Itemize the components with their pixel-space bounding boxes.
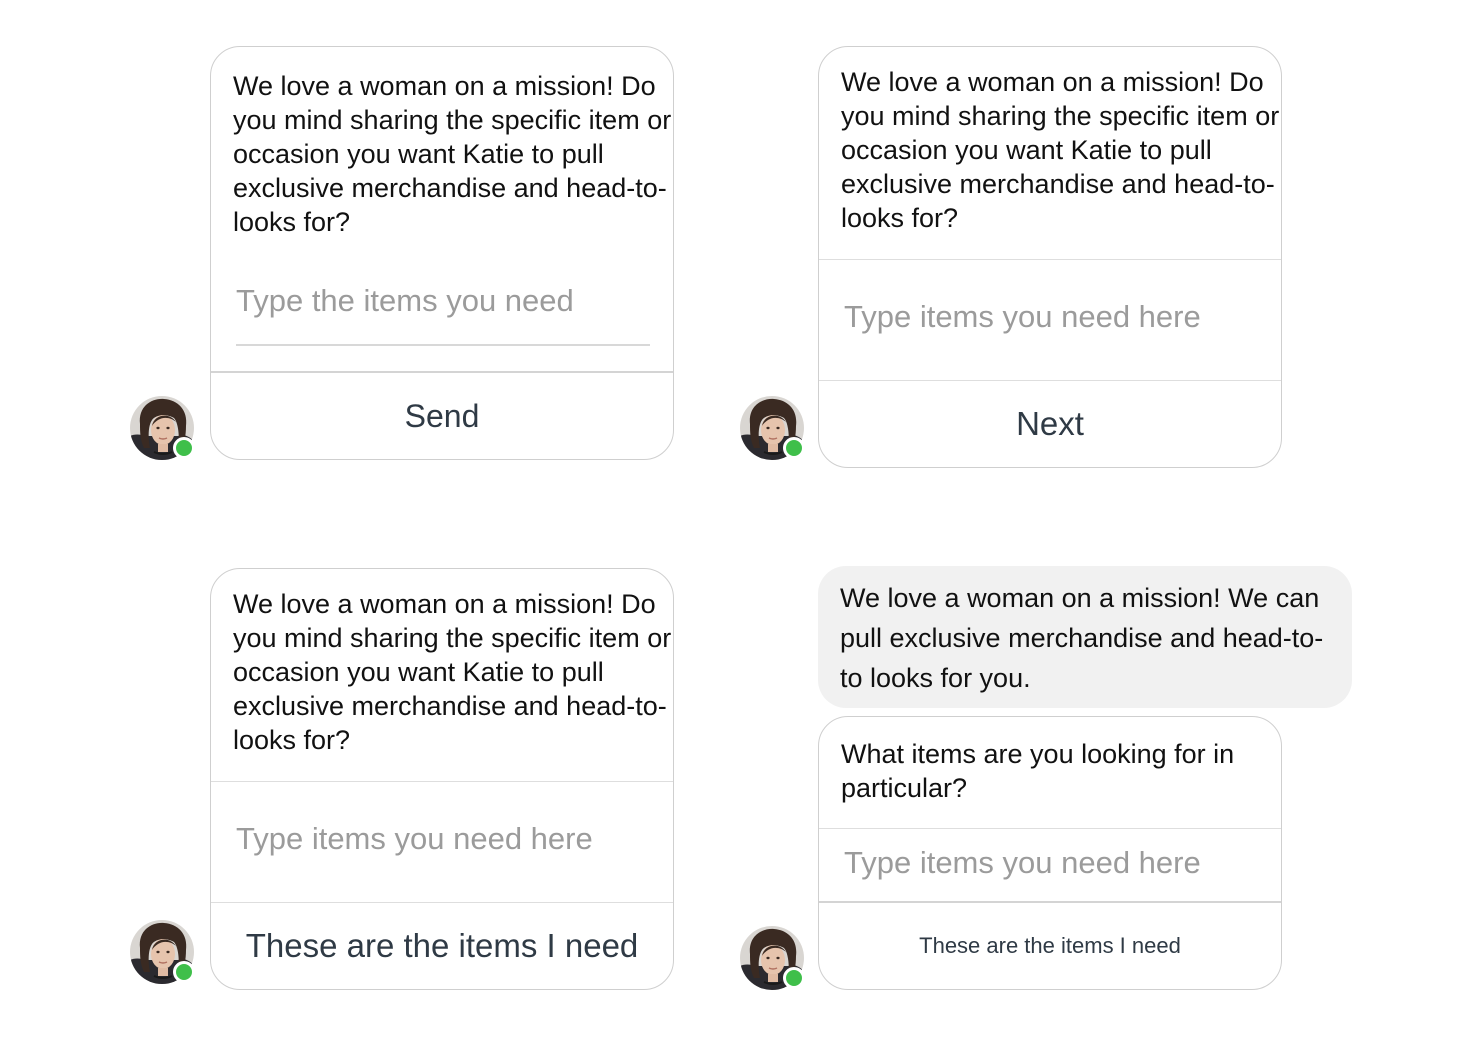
send-button[interactable]: Send [211, 373, 673, 459]
online-status-icon [173, 437, 195, 459]
submit-items-button[interactable]: These are the items I need [211, 903, 673, 989]
intro-message-bubble: We love a woman on a mission! We can pul… [818, 566, 1352, 708]
card-divider-top [211, 781, 673, 782]
question-text: What items are you looking for in partic… [841, 739, 1235, 803]
question-card-c: We love a woman on a mission! Do you min… [210, 568, 674, 990]
items-input[interactable]: Type the items you need [236, 281, 574, 321]
next-button[interactable]: Next [819, 381, 1281, 467]
items-input[interactable]: Type items you need here [844, 297, 1201, 337]
online-status-icon [783, 437, 805, 459]
submit-items-button[interactable]: These are the items I need [819, 903, 1281, 989]
question-text: We love a woman on a mission! Do you min… [233, 71, 672, 237]
question-card-b: We love a woman on a mission! Do you min… [818, 46, 1282, 468]
agent-avatar-c [130, 920, 195, 984]
items-input[interactable]: Type items you need here [236, 819, 593, 859]
question-text: We love a woman on a mission! Do you min… [233, 589, 672, 755]
agent-avatar-a [130, 396, 195, 460]
card-divider-top [819, 259, 1281, 260]
agent-avatar-b [740, 396, 805, 460]
card-divider-top [819, 828, 1281, 829]
online-status-icon [173, 961, 195, 983]
online-status-icon [783, 967, 805, 989]
question-card-a: We love a woman on a mission! Do you min… [210, 46, 674, 460]
question-text: We love a woman on a mission! Do you min… [841, 67, 1280, 233]
items-input[interactable]: Type items you need here [844, 843, 1201, 883]
agent-avatar-d [740, 926, 805, 990]
question-card-d: What items are you looking for in partic… [818, 716, 1282, 990]
input-underline [236, 344, 650, 346]
